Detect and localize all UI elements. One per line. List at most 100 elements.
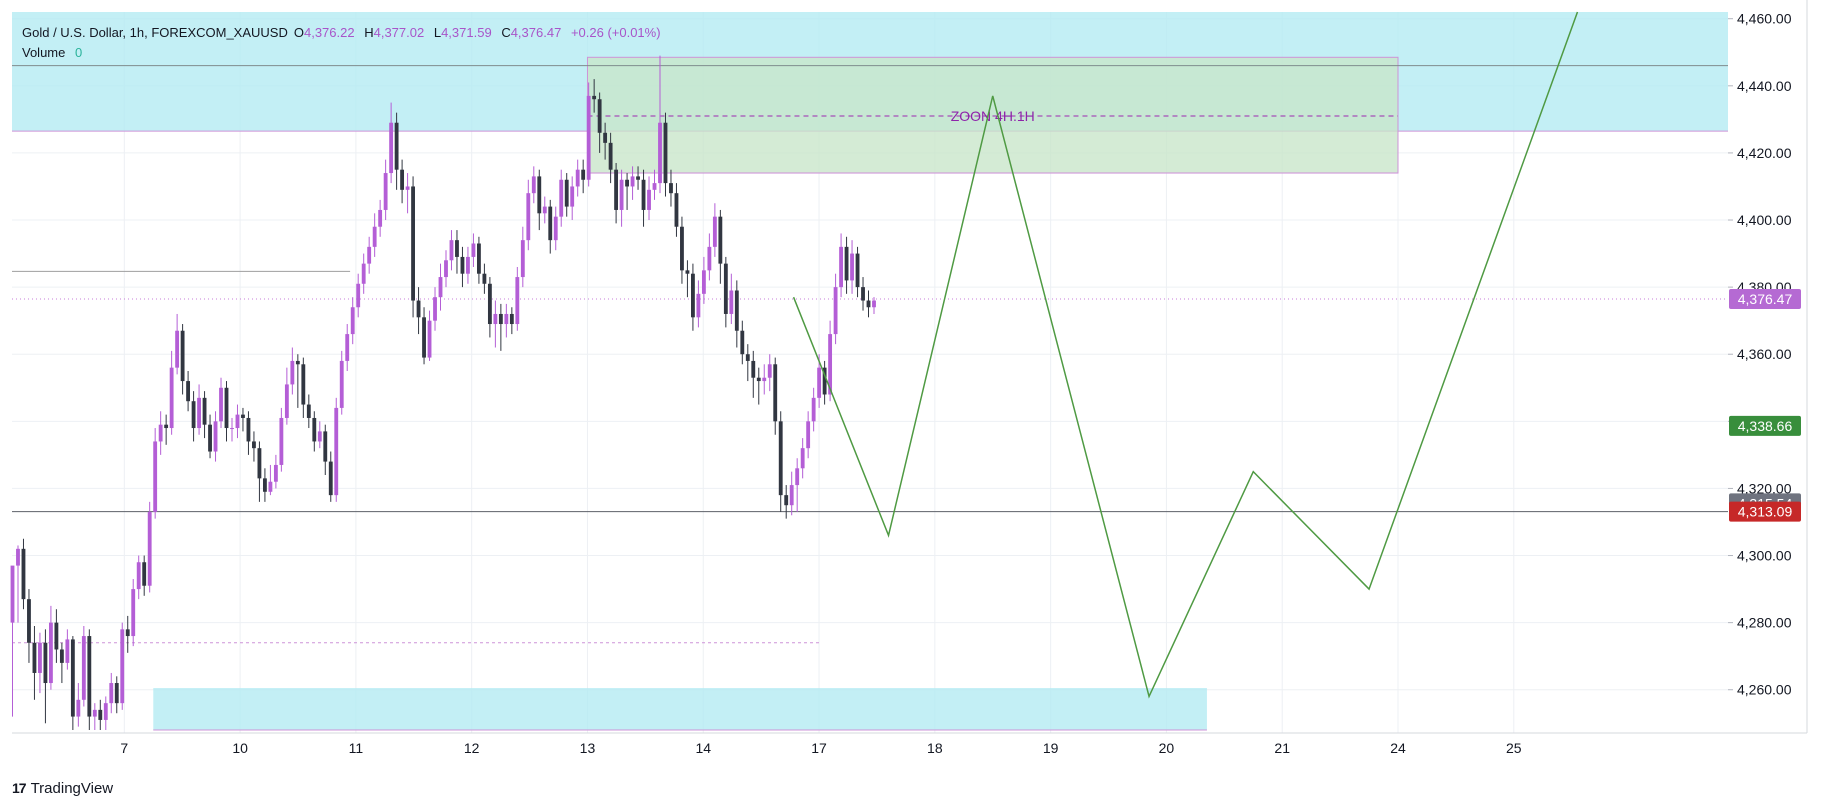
candle-body bbox=[197, 397, 201, 429]
candle-body bbox=[257, 448, 262, 479]
candle-body bbox=[696, 293, 701, 318]
candle-body bbox=[570, 186, 575, 207]
candle-body bbox=[548, 206, 553, 241]
price-tick-label: 4,440.00 bbox=[1737, 78, 1792, 94]
candle-body bbox=[48, 622, 53, 684]
candle-body bbox=[114, 683, 119, 704]
candle-body bbox=[65, 639, 70, 663]
candle-body bbox=[191, 401, 196, 429]
candle-body bbox=[400, 169, 405, 190]
candle-body bbox=[592, 95, 597, 100]
candle-body bbox=[312, 417, 317, 442]
candle-body bbox=[482, 273, 487, 284]
time-tick-label: 24 bbox=[1390, 740, 1406, 756]
candle-body bbox=[241, 414, 245, 418]
candle-body bbox=[295, 360, 300, 365]
candle-body bbox=[652, 183, 657, 190]
candle-body bbox=[405, 186, 410, 190]
candle-body bbox=[235, 414, 240, 429]
candle-body bbox=[460, 256, 465, 274]
candle-body bbox=[87, 636, 92, 717]
candle-body bbox=[872, 300, 876, 308]
candle-body bbox=[70, 639, 75, 717]
candle-body bbox=[515, 277, 520, 325]
candle-body bbox=[142, 562, 147, 586]
zone-label: ZOON 4H.1H bbox=[951, 108, 1035, 124]
chart-legend: Gold / U.S. Dollar, 1h, FOREXCOM_XAUUSD O… bbox=[22, 23, 667, 63]
high-label: H bbox=[364, 25, 374, 40]
candle-body bbox=[800, 448, 805, 469]
candle-body bbox=[164, 424, 169, 429]
candle-body bbox=[789, 485, 794, 506]
candle-body bbox=[526, 193, 531, 241]
candle-body bbox=[564, 179, 569, 207]
candle-body bbox=[712, 216, 717, 247]
candle-body bbox=[416, 300, 421, 318]
candle-body bbox=[219, 387, 223, 422]
symbol-title: Gold / U.S. Dollar, 1h, FOREXCOM_XAUUSD bbox=[22, 25, 288, 40]
candle-body bbox=[339, 360, 344, 408]
price-tick-label: 4,460.00 bbox=[1737, 11, 1792, 27]
candle-body bbox=[328, 461, 333, 496]
time-tick-label: 21 bbox=[1274, 740, 1290, 756]
candle-body bbox=[284, 384, 289, 418]
price-tick-label: 4,420.00 bbox=[1737, 145, 1792, 161]
tradingview-brand[interactable]: 17 TradingView bbox=[12, 778, 113, 798]
candle-body bbox=[707, 246, 712, 271]
candle-body bbox=[208, 424, 212, 452]
candle-body bbox=[455, 240, 459, 257]
time-tick-label: 17 bbox=[811, 740, 827, 756]
candle-body bbox=[586, 95, 591, 180]
candle-body bbox=[723, 263, 728, 314]
candle-body bbox=[444, 260, 448, 278]
volume-value: 0 bbox=[75, 45, 83, 60]
candle-body bbox=[301, 364, 306, 405]
candle-body bbox=[252, 441, 256, 449]
candle-body bbox=[345, 334, 350, 361]
close-value: 4,376.47 bbox=[510, 25, 562, 40]
candle-body bbox=[861, 287, 865, 301]
volume-row: Volume 0 bbox=[22, 43, 667, 63]
candle-body bbox=[608, 142, 613, 170]
candle-body bbox=[636, 176, 640, 180]
time-tick-label: 25 bbox=[1506, 740, 1522, 756]
candle-body bbox=[493, 313, 498, 325]
time-axis: 7 10 11 12 13 14 17 18 19 20 21 24 25 bbox=[12, 732, 1807, 756]
candle-body bbox=[658, 122, 662, 184]
candle-body bbox=[476, 243, 481, 274]
candle-body bbox=[537, 176, 542, 214]
candle-body bbox=[131, 589, 136, 637]
candle-body bbox=[32, 642, 37, 673]
brand-label: TradingView bbox=[30, 779, 114, 797]
candle-body bbox=[701, 270, 706, 294]
candle-body bbox=[734, 290, 739, 331]
candle-body bbox=[147, 511, 152, 586]
candle-body bbox=[718, 216, 723, 264]
candle-body bbox=[614, 169, 619, 210]
candle-body bbox=[383, 173, 388, 210]
candle-body bbox=[690, 273, 695, 318]
candle-body bbox=[175, 330, 180, 368]
candle-body bbox=[641, 179, 646, 210]
candle-body bbox=[817, 367, 822, 398]
candle-body bbox=[230, 428, 234, 430]
candle-body bbox=[504, 313, 509, 325]
candle-body bbox=[850, 253, 854, 281]
candle-body bbox=[756, 377, 761, 382]
candle-body bbox=[16, 548, 20, 566]
candle-body bbox=[669, 183, 673, 194]
candle-body bbox=[372, 226, 377, 247]
candle-body bbox=[389, 122, 394, 174]
candle-body bbox=[729, 290, 734, 314]
change-value: +0.26 (+0.01%) bbox=[570, 25, 661, 40]
candle-body bbox=[10, 565, 15, 623]
candle-body bbox=[153, 441, 158, 512]
open-label: O bbox=[293, 25, 304, 40]
candle-body bbox=[839, 246, 843, 288]
candle-body bbox=[663, 122, 668, 184]
candle-body bbox=[59, 649, 64, 663]
candle-body bbox=[597, 99, 602, 133]
candle-body bbox=[471, 243, 476, 257]
candlestick-chart[interactable]: ZOON 4H.1H 4,460.00 4,440.00 4,420.00 4,400… bbox=[0, 0, 1821, 809]
candle-body bbox=[784, 495, 789, 506]
